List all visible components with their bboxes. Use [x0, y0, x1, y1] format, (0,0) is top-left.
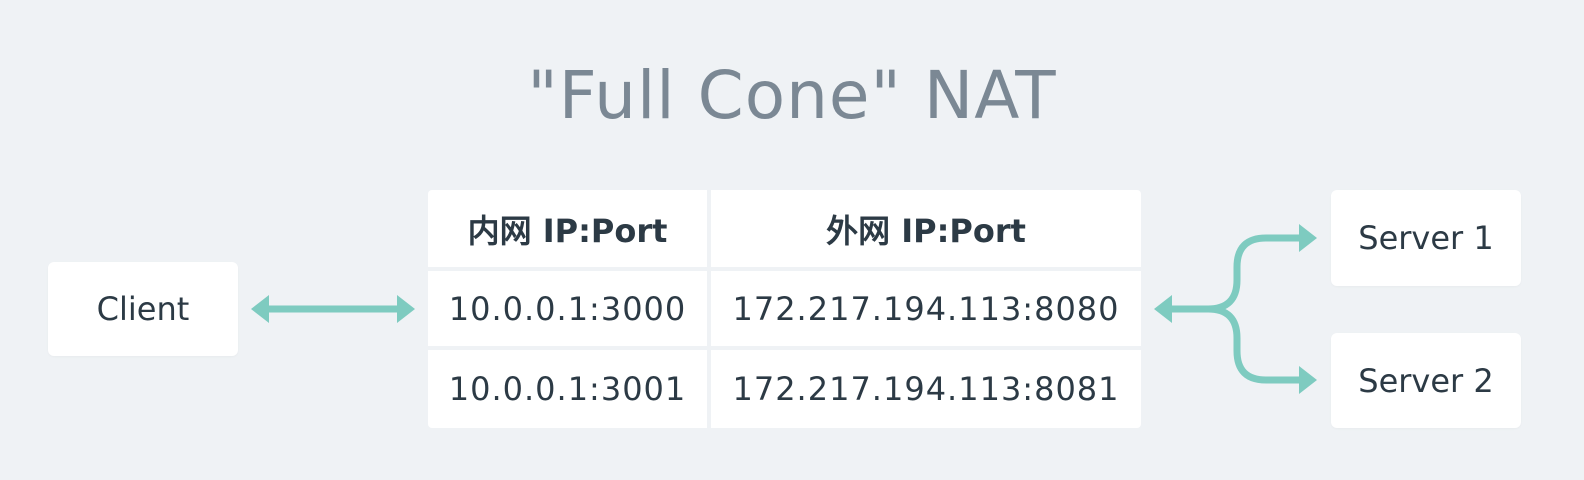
arrow-right-icon — [397, 295, 415, 323]
connector-layer — [251, 224, 1317, 394]
arrow-left-icon — [251, 295, 269, 323]
arrow-left-icon — [1154, 295, 1172, 323]
arrow-right-icon — [1299, 224, 1317, 252]
nat-server-2-connector — [1204, 305, 1306, 384]
nat-server-1-connector — [1164, 234, 1306, 313]
arrow-right-icon — [1299, 366, 1317, 394]
